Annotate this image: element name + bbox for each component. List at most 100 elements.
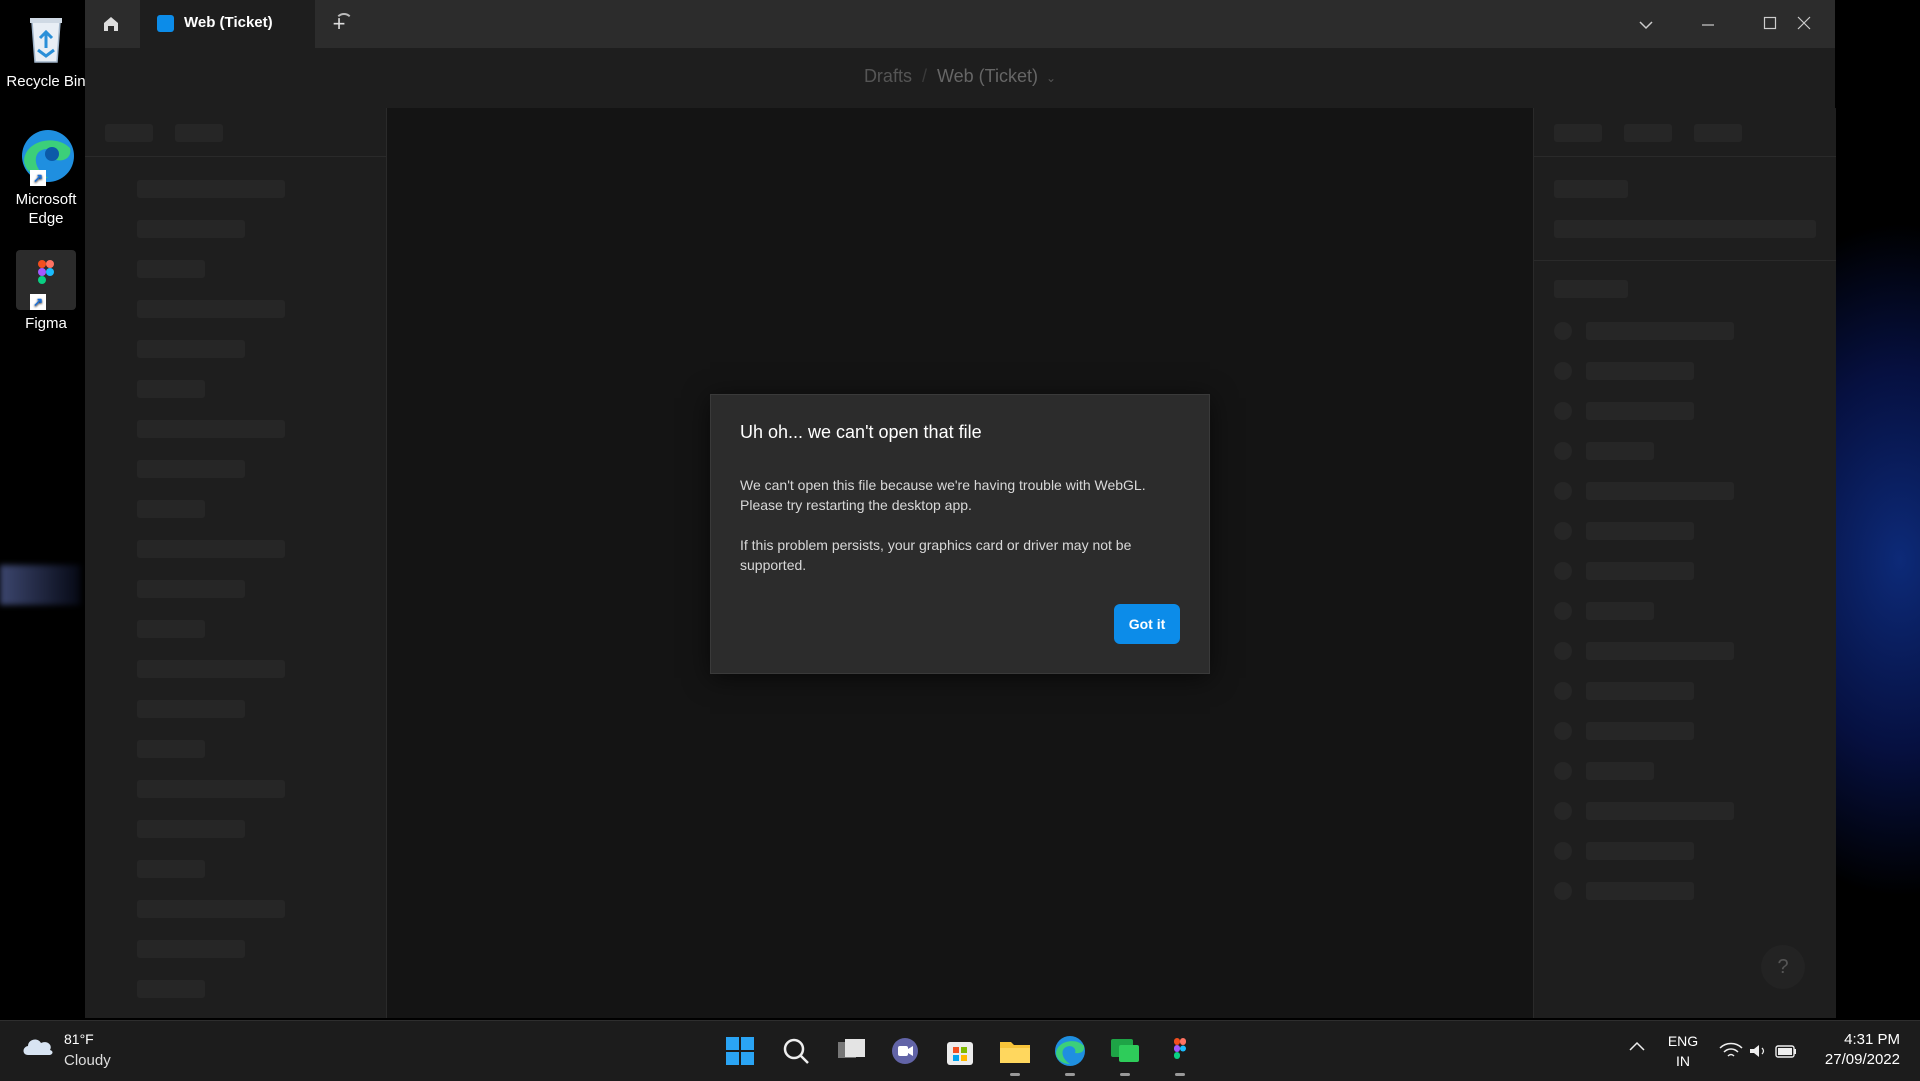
skeleton-line	[1586, 882, 1694, 900]
breadcrumb-drafts[interactable]: Drafts	[864, 66, 912, 86]
skeleton-line	[137, 660, 285, 678]
minimize-button[interactable]	[1677, 0, 1739, 48]
breadcrumb-separator: /	[921, 66, 927, 86]
network-volume-battery-icons	[1719, 1042, 1796, 1058]
weather-condition: Cloudy	[64, 1052, 111, 1069]
show-hidden-icons-button[interactable]	[1628, 1039, 1646, 1056]
skeleton-line	[137, 940, 245, 958]
chevron-down-icon[interactable]: ⌄	[1046, 71, 1056, 85]
toolbar: Drafts / Web (Ticket) ⌄	[85, 48, 1835, 109]
microsoft-store-button[interactable]	[940, 1031, 980, 1071]
file-icon	[157, 15, 174, 32]
skeleton-line	[1554, 220, 1816, 238]
skeleton-line	[137, 460, 245, 478]
skeleton-line	[137, 820, 245, 838]
dialog-paragraph: If this problem persists, your graphics …	[740, 537, 1132, 573]
skeleton-tab	[105, 124, 153, 142]
skeleton-heading	[1554, 180, 1628, 198]
skeleton-line	[1586, 802, 1734, 820]
skeleton-line	[137, 420, 285, 438]
start-button[interactable]	[720, 1031, 760, 1071]
chat-app-icon	[1111, 1039, 1139, 1062]
skeleton-tab	[1694, 124, 1742, 142]
folder-icon	[1000, 1042, 1030, 1063]
skeleton-dot	[1554, 442, 1572, 460]
quick-settings-button[interactable]	[1718, 1041, 1800, 1064]
breadcrumb-file-name[interactable]: Web (Ticket)	[937, 66, 1038, 86]
desktop-icon-label: Recycle Bin	[6, 73, 86, 90]
divider	[85, 156, 386, 157]
skeleton-line	[137, 500, 205, 518]
language-indicator[interactable]: ENG IN	[1666, 1031, 1700, 1071]
skeleton-line	[137, 580, 245, 598]
home-icon	[104, 17, 118, 31]
task-view-icon	[838, 1039, 865, 1058]
skeleton-line	[137, 900, 285, 918]
chat-app-button[interactable]	[1105, 1031, 1145, 1076]
skeleton-line	[137, 780, 285, 798]
skeleton-line	[137, 540, 285, 558]
divider	[1534, 156, 1836, 157]
skeleton-line	[137, 220, 245, 238]
close-icon	[1797, 16, 1811, 30]
skeleton-tab	[1624, 124, 1672, 142]
skeleton-line	[1586, 682, 1694, 700]
skeleton-tab	[175, 124, 223, 142]
minimize-icon	[1702, 24, 1714, 26]
tab-bar: Web (Ticket) +	[85, 0, 1835, 48]
search-button[interactable]	[776, 1031, 816, 1071]
desktop-icon-label: Microsoft Edge	[15, 191, 77, 227]
skeleton-line	[1586, 642, 1734, 660]
shortcut-arrow-icon: ↗	[30, 294, 46, 310]
figma-icon	[1174, 1038, 1186, 1059]
skeleton-tab	[1554, 124, 1602, 142]
skeleton-line	[1586, 442, 1654, 460]
skeleton-line	[137, 380, 205, 398]
language-region: IN	[1676, 1053, 1690, 1069]
figma-taskbar-button[interactable]	[1160, 1031, 1200, 1076]
desktop-icon-recycle-bin[interactable]: Recycle Bin	[4, 8, 88, 91]
edge-icon	[1055, 1036, 1085, 1066]
edge-taskbar-button[interactable]	[1050, 1031, 1090, 1076]
new-tab-button[interactable]: +	[325, 10, 353, 38]
skeleton-dot	[1554, 602, 1572, 620]
running-indicator	[1175, 1073, 1185, 1076]
figma-icon: ↗	[16, 250, 76, 310]
skeleton-line	[1586, 402, 1694, 420]
skeleton-line	[1586, 562, 1694, 580]
dialog-title: Uh oh... we can't open that file	[740, 422, 982, 442]
skeleton-dot	[1554, 802, 1572, 820]
home-button[interactable]	[85, 0, 137, 48]
skeleton-line	[1586, 722, 1694, 740]
skeleton-line	[137, 260, 205, 278]
error-dialog: Uh oh... we can't open that file We can'…	[710, 394, 1210, 674]
dialog-paragraph: We can't open this file because we're ha…	[740, 477, 1146, 513]
breadcrumb: Drafts / Web (Ticket) ⌄	[85, 66, 1835, 87]
wallpaper-glow	[0, 565, 80, 605]
desktop-icon-microsoft-edge[interactable]: ↗ Microsoft Edge	[4, 126, 88, 228]
skeleton-dot	[1554, 362, 1572, 380]
file-explorer-button[interactable]	[995, 1031, 1035, 1076]
skeleton-line	[137, 620, 205, 638]
desktop-icon-figma[interactable]: ↗ Figma	[4, 250, 88, 333]
help-button[interactable]: ?	[1761, 945, 1805, 989]
layers-panel-loading	[85, 108, 387, 1018]
dialog-body: We can't open this file because we're ha…	[740, 475, 1180, 595]
tabs-dropdown-button[interactable]	[1615, 0, 1677, 48]
shortcut-arrow-icon: ↗	[30, 170, 46, 186]
teams-chat-icon	[892, 1038, 918, 1064]
clock-date: 27/09/2022	[1824, 1051, 1900, 1068]
teams-chat-button[interactable]	[885, 1031, 925, 1071]
clock[interactable]: 4:31 PM 27/09/2022	[1808, 1030, 1900, 1070]
skeleton-dot	[1554, 842, 1572, 860]
skeleton-dot	[1554, 762, 1572, 780]
weather-widget[interactable]: 81°F Cloudy	[20, 1031, 111, 1069]
skeleton-line	[137, 300, 285, 318]
close-button[interactable]	[1773, 0, 1835, 48]
skeleton-dot	[1554, 402, 1572, 420]
task-view-button[interactable]	[831, 1031, 871, 1071]
tab-web-ticket[interactable]: Web (Ticket)	[140, 0, 353, 48]
got-it-button[interactable]: Got it	[1114, 604, 1180, 644]
skeleton-dot	[1554, 482, 1572, 500]
recycle-bin-icon	[16, 8, 76, 68]
